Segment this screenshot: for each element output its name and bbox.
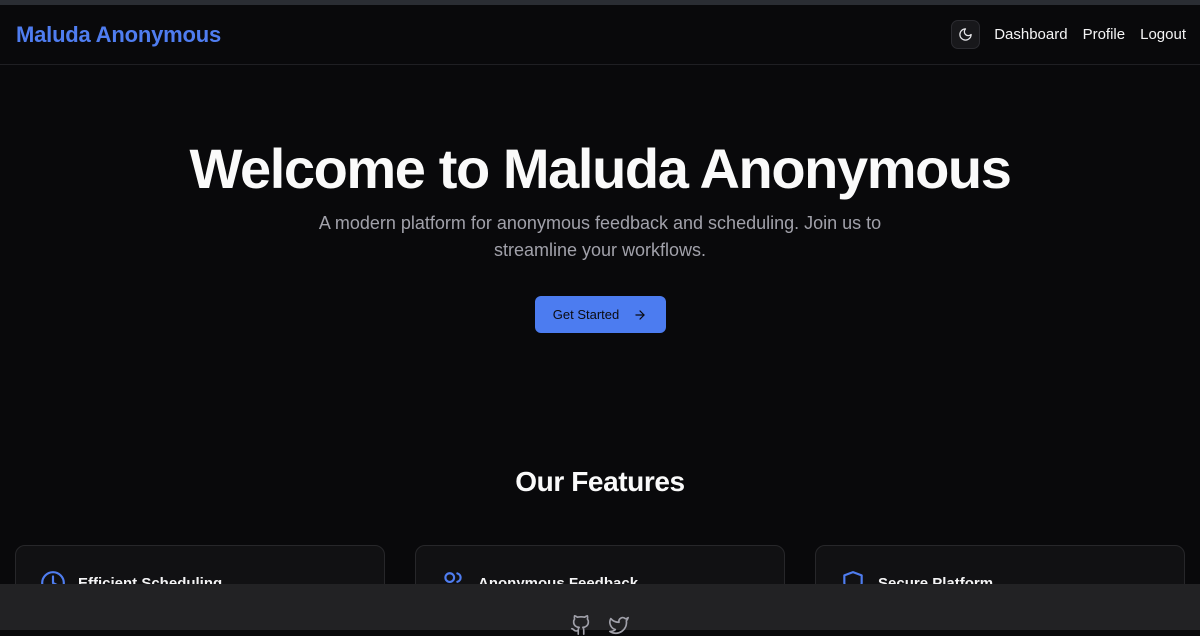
nav-menu: Dashboard Profile Logout [951,20,1186,49]
features-title: Our Features [515,466,685,497]
nav-link-dashboard[interactable]: Dashboard [994,26,1067,43]
hero-section: Welcome to Maluda Anonymous A modern pla… [0,66,1200,333]
navbar: Maluda Anonymous Dashboard Profile Logou… [0,5,1200,65]
arrow-right-icon [633,308,647,322]
nav-link-logout[interactable]: Logout [1140,26,1186,43]
hero-title: Welcome to Maluda Anonymous [189,137,1012,200]
get-started-label: Get Started [552,307,620,322]
get-started-button[interactable]: Get Started [534,296,666,333]
brand-logo[interactable]: Maluda Anonymous [16,22,221,48]
moon-icon [958,27,973,42]
theme-toggle-button[interactable] [951,20,981,49]
nav-link-profile[interactable]: Profile [1083,26,1126,43]
twitter-icon[interactable] [608,614,630,636]
github-icon[interactable] [570,614,592,636]
hero-subtitle: A modern platform for anonymous feedback… [318,213,882,260]
footer [0,584,1200,635]
